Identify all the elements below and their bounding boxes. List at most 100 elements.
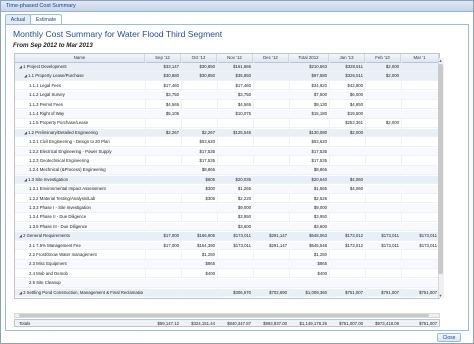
scroll-up-arrow-icon[interactable]: ▲ [438,58,443,63]
table-row[interactable]: 1.2.3 Geotechnical Engineering $17,535 $17… [15,157,439,166]
value-cell [329,148,365,156]
value-cell: $173,011 [419,233,437,239]
totals-value-cell: $993,837.00 [263,321,287,326]
column-header-name[interactable]: Name [15,54,145,62]
row-name-label: 2.5 Site Cleanup [29,280,61,286]
value-cell [365,195,401,203]
horizontal-scrollbar-thumb[interactable] [19,314,429,317]
table-row[interactable]: 1.2.2 Electrical Engineering - Power Sup… [15,147,439,157]
value-cell [329,166,365,174]
expand-collapse-icon[interactable]: ◢ [24,177,27,182]
value-cell [253,129,289,137]
column-header[interactable]: Total 2012 [289,54,329,62]
value-cell [365,204,401,212]
value-cell [253,63,289,71]
row-name-label: 1.3.3 Phase I - Site Investigation [29,205,91,210]
row-name-label: 2.2 Frost/Snow Water management [29,252,97,257]
row-name-cell: 1.1.1 Legal Fees [27,82,143,90]
column-header[interactable]: Jan '13 [329,54,365,62]
table-row[interactable]: 1.3.5 Phase III - Due Diligence $3,600 $3,… [15,222,439,232]
window-title: Time-phased Cost Summary [6,3,76,9]
value-cell [145,289,181,297]
value-cell [365,279,401,287]
value-cell: $173,012 [345,242,363,248]
column-header[interactable]: Mar '1 [401,54,439,62]
table-row[interactable]: 2.1 7.5% Management Fee $17,000 $164,390 $1… [15,241,439,251]
value-cell: $4,565 [165,101,179,107]
table-row[interactable]: 1.3.2 Material Testing/Analysis/Lab $305 $… [15,195,439,204]
value-cell: $400 [205,270,215,276]
vertical-scrollbar-thumb[interactable] [438,64,443,274]
value-cell: $2,525 [313,195,327,201]
expand-collapse-icon[interactable]: ◢ [19,233,22,238]
table-row[interactable]: ◢1 Project Development $33,147 $30,850 $161… [15,63,439,72]
expand-collapse-icon[interactable]: ◢ [19,290,22,295]
table-row[interactable]: 2.3 Misc Equipment $865 $865 [15,260,439,269]
value-cell [181,110,217,118]
table-row[interactable]: 1.1.1 Legal Fees $17,460 $17,460 $34,920 $42… [15,82,439,91]
value-cell [253,91,289,99]
table-row[interactable]: ◢1.1 Property Lease/Purchase $30,880 $30,8… [15,72,439,81]
row-name-label: 1.1.5 Property Purchase/Lease [29,120,89,126]
value-cell [145,176,181,184]
value-cell [365,270,401,278]
value-cell: $15,180 [311,111,327,116]
expand-collapse-icon[interactable]: ◢ [24,130,27,135]
table-row[interactable]: ◢3 Settling Pond Construction, Managemen… [15,288,439,298]
column-header[interactable]: Feb '13 [365,54,401,62]
scroll-down-arrow-icon[interactable]: ▼ [438,293,443,298]
value-cell: $751,007 [345,289,363,295]
table-row[interactable]: 1.1.4 Right of Way $5,105 $10,075 $15,180 $1… [15,110,439,119]
table-row[interactable]: 1.3.4 Phase II - Due Diligence $3,950 $3,9… [15,213,439,222]
table-row[interactable]: ◢1.3 Site Investigation $605 $20,035 $20,64… [15,175,439,185]
expand-collapse-icon[interactable]: ◢ [19,64,22,69]
table-row[interactable]: 2.4 Mob and Demob $400 $400 [15,270,439,279]
window-titlebar[interactable]: Time-phased Cost Summary [1,1,473,12]
column-header[interactable]: Nov '12 [217,54,253,62]
table-row[interactable]: ◢2 General Requirements $17,000 $166,905 $1… [15,232,439,241]
table-row[interactable]: 2.5 Site Cleanup [15,279,439,288]
table-row[interactable]: 1.1.3 Permit Fees $4,565 $4,565 $9,130 $4,85… [15,101,439,110]
table-row[interactable]: 1.1.2 Legal Survey $3,750 $3,750 $7,500 $6,0… [15,91,439,100]
value-cell [253,157,289,165]
value-cell: $326,511 [345,73,363,79]
value-cell [401,157,439,165]
column-header[interactable]: Oct '12 [181,54,217,62]
value-cell: $30,850 [199,64,215,69]
time-phased-cost-summary-window: Time-phased Cost Summary Actual Estimate… [0,0,474,344]
row-name-label: 1.3.5 Phase III - Due Diligence [29,223,88,229]
table-row[interactable]: 1.2.4 Mechnical (&Process) Engineering $8… [15,166,439,175]
value-cell: $9,000 [313,205,327,210]
column-header[interactable]: Dec '12 [253,54,289,62]
value-cell: $400 [317,270,327,276]
value-cell [145,157,181,165]
table-row[interactable]: 2.2 Frost/Snow Water management $1,250 $1,… [15,251,439,260]
table-row[interactable]: 1.1.5 Property Purchase/Lease $253,361 $2,… [15,119,439,128]
value-cell [253,101,289,109]
row-name-cell: 1.3.4 Phase II - Due Diligence [27,213,143,221]
row-name-label: 1.2.1 Civil Engineering - Design to 20 P… [29,139,110,145]
row-name-label: 1.2.4 Mechnical (&Process) Engineering [29,167,106,173]
value-cell: $173,011 [381,242,399,248]
value-cell: $5,105 [165,111,179,116]
row-name-cell: 1.2.1 Civil Engineering - Design to 20 P… [27,138,143,146]
value-cell: $17,535 [311,148,327,154]
value-cell [253,138,289,146]
value-cell: $3,950 [237,214,251,220]
row-name-cell: 1.3.1 Environmental Impact Assessment [27,185,143,193]
table-row[interactable]: ◢1.2 Preliminary/Detailed Engineering $2,… [15,128,439,138]
value-cell [145,204,181,212]
value-cell: $4,060 [349,186,363,192]
close-button[interactable]: Close [437,333,461,342]
row-name-cell: 2.5 Site Cleanup [27,279,143,287]
row-name-cell: 1.3.2 Material Testing/Analysis/Lab [27,195,143,203]
table-row[interactable]: 1.3.1 Environmental Impact Assessment $30… [15,185,439,194]
table-row[interactable]: 1.2.1 Civil Engineering - Design to 20 P… [15,138,439,147]
value-cell [217,251,253,259]
value-cell: $1,565 [313,186,327,192]
expand-collapse-icon[interactable]: ◢ [24,73,27,78]
value-cell: $4,565 [237,101,251,107]
value-cell [401,119,439,127]
table-row[interactable]: 1.3.3 Phase I - Site Investigation $9,000… [15,204,439,213]
column-header[interactable]: Sep '12 [145,54,181,62]
